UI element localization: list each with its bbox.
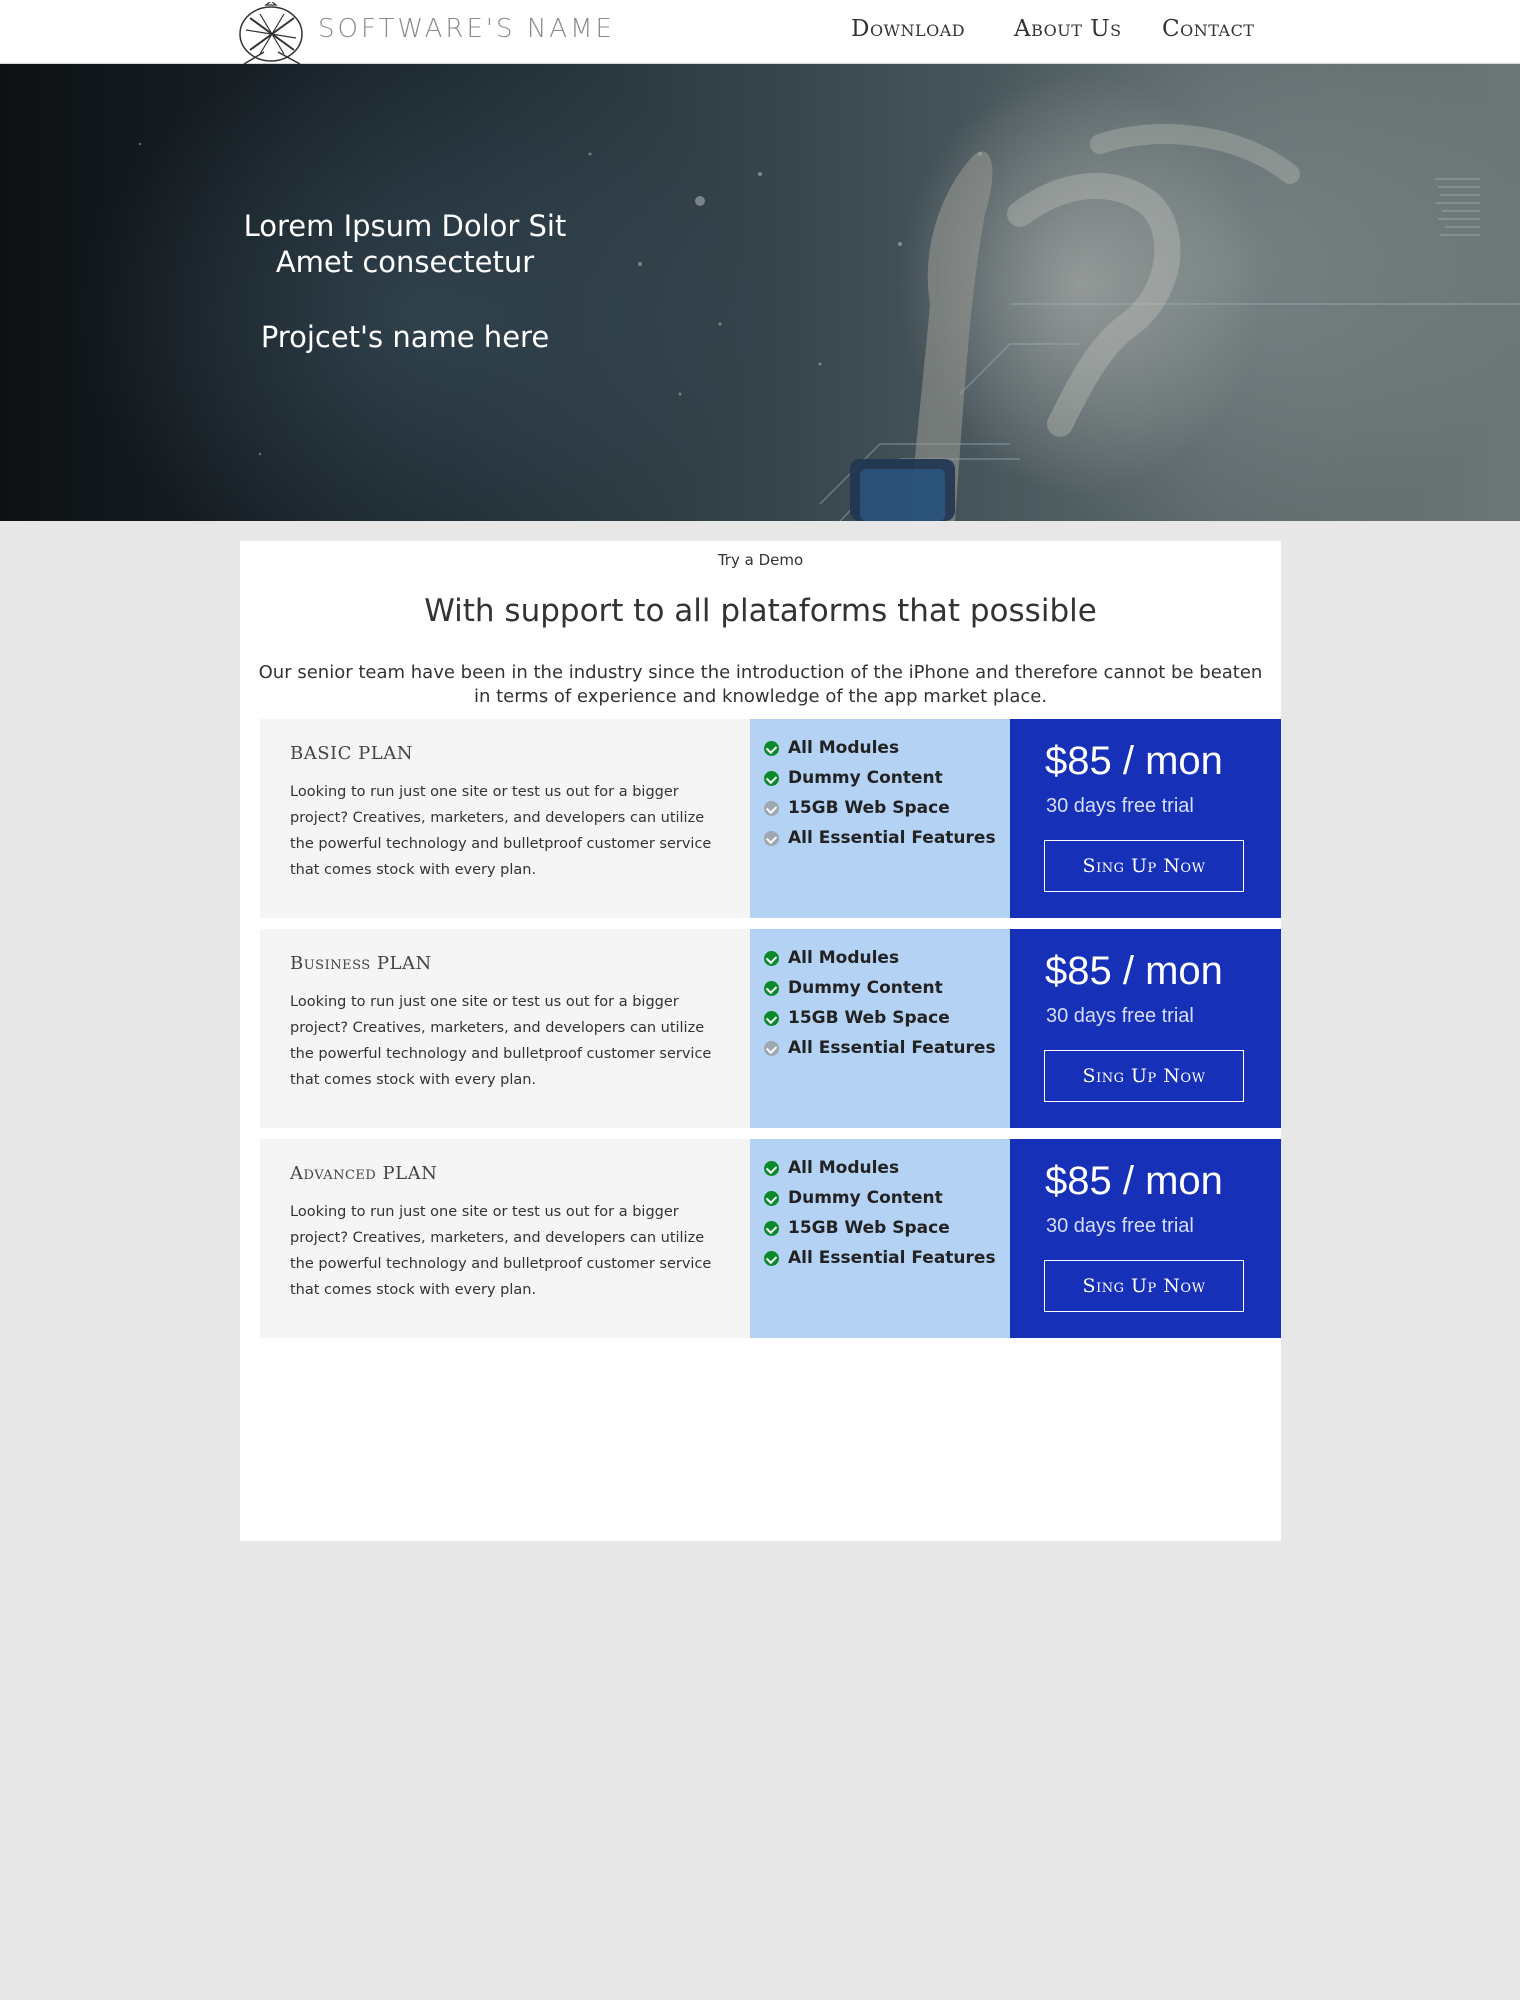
check-icon xyxy=(764,1160,779,1176)
plan-trial: 30 days free trial xyxy=(1046,1005,1194,1027)
sign-up-button[interactable]: Sing Up Now xyxy=(1044,1050,1244,1102)
plan-pricing: $85 / mon 30 days free trial Sing Up Now xyxy=(1010,1139,1281,1338)
nav-download-link[interactable]: Download xyxy=(851,16,965,42)
feature-item: 15GB Web Space xyxy=(764,796,950,820)
hero-banner: Lorem Ipsum Dolor Sit Amet consectetur P… xyxy=(0,64,1520,521)
feature-label: Dummy Content xyxy=(788,978,943,998)
feature-item: 15GB Web Space xyxy=(764,1216,950,1240)
check-icon xyxy=(764,1010,779,1026)
feature-item: All Essential Features xyxy=(764,826,996,850)
feature-item: All Modules xyxy=(764,736,899,760)
feature-label: All Essential Features xyxy=(788,828,996,848)
sign-up-button[interactable]: Sing Up Now xyxy=(1044,1260,1244,1312)
hero-title: Lorem Ipsum Dolor Sit Amet consectetur xyxy=(220,208,590,280)
feature-label: 15GB Web Space xyxy=(788,1218,950,1238)
nav-contact-link[interactable]: Contact xyxy=(1162,16,1254,42)
check-icon xyxy=(764,770,779,786)
feature-item: All Modules xyxy=(764,1156,899,1180)
try-demo-label: Try a Demo xyxy=(717,551,804,569)
plan-price: $85 / mon xyxy=(1045,1159,1223,1203)
hero-title-line-2: Amet consectetur xyxy=(275,245,535,279)
crossed-arrows-badge-icon[interactable] xyxy=(238,2,306,64)
plan-features: All Modules Dummy Content 15GB Web Space… xyxy=(750,1139,1010,1338)
plan-card-business: Business PLAN Looking to run just one si… xyxy=(260,929,1281,1128)
plan-description: Looking to run just one site or test us … xyxy=(290,784,712,878)
feature-item: 15GB Web Space xyxy=(764,1006,950,1030)
feature-item: Dummy Content xyxy=(764,766,943,790)
feature-item: All Essential Features xyxy=(764,1036,996,1060)
feature-item: Dummy Content xyxy=(764,1186,943,1210)
hero-background-art xyxy=(138,124,1520,521)
check-icon xyxy=(764,1040,779,1056)
feature-item: Dummy Content xyxy=(764,976,943,1000)
plan-trial: 30 days free trial xyxy=(1046,1215,1194,1237)
plan-description: Looking to run just one site or test us … xyxy=(290,1204,712,1298)
nav-about-us-link[interactable]: About Us xyxy=(1014,16,1122,42)
plan-trial: 30 days free trial xyxy=(1046,795,1194,817)
check-icon xyxy=(764,980,779,996)
feature-label: 15GB Web Space xyxy=(788,798,950,818)
check-icon xyxy=(764,1220,779,1236)
feature-label: Dummy Content xyxy=(788,768,943,788)
site-header: SOFTWARE'S NAME Download About Us Contac… xyxy=(0,0,1520,64)
check-icon xyxy=(764,800,779,816)
plan-name: BASIC PLAN xyxy=(290,743,413,764)
check-icon xyxy=(764,950,779,966)
section-description: Our senior team have been in the industr… xyxy=(258,662,1263,707)
plan-price: $85 / mon xyxy=(1045,739,1223,783)
plan-card-advanced: Advanced PLAN Looking to run just one si… xyxy=(260,1139,1281,1338)
sign-up-button[interactable]: Sing Up Now xyxy=(1044,840,1244,892)
plan-card-basic: BASIC PLAN Looking to run just one site … xyxy=(260,719,1281,918)
brand-name[interactable]: SOFTWARE'S NAME xyxy=(318,14,615,44)
hero-project-name: Projcet's name here xyxy=(260,320,550,354)
check-icon xyxy=(764,1250,779,1266)
check-icon xyxy=(764,830,779,846)
plan-price: $85 / mon xyxy=(1045,949,1223,993)
check-icon xyxy=(764,740,779,756)
plan-pricing: $85 / mon 30 days free trial Sing Up Now xyxy=(1010,719,1281,918)
feature-label: All Modules xyxy=(788,948,900,968)
plan-description: Looking to run just one site or test us … xyxy=(290,994,712,1088)
feature-label: All Modules xyxy=(788,1158,900,1178)
plan-info: Business PLAN Looking to run just one si… xyxy=(260,929,750,1128)
feature-item: All Modules xyxy=(764,946,899,970)
feature-item: All Essential Features xyxy=(764,1246,996,1270)
feature-label: All Essential Features xyxy=(788,1248,996,1268)
feature-label: Dummy Content xyxy=(788,1188,943,1208)
feature-label: All Modules xyxy=(788,738,900,758)
plan-name: Business PLAN xyxy=(290,953,432,974)
feature-label: All Essential Features xyxy=(788,1038,996,1058)
feature-label: 15GB Web Space xyxy=(788,1008,950,1028)
plan-pricing: $85 / mon 30 days free trial Sing Up Now xyxy=(1010,929,1281,1128)
section-title: With support to all plataforms that poss… xyxy=(424,593,1097,629)
plan-features: All Modules Dummy Content 15GB Web Space… xyxy=(750,929,1010,1128)
plan-info: BASIC PLAN Looking to run just one site … xyxy=(260,719,750,918)
plan-info: Advanced PLAN Looking to run just one si… xyxy=(260,1139,750,1338)
plan-name: Advanced PLAN xyxy=(290,1163,438,1184)
content-panel: Try a Demo With support to all plataform… xyxy=(240,541,1281,1541)
plan-features: All Modules Dummy Content 15GB Web Space… xyxy=(750,719,1010,918)
hero-title-line-1: Lorem Ipsum Dolor Sit xyxy=(243,209,567,243)
check-icon xyxy=(764,1190,779,1206)
